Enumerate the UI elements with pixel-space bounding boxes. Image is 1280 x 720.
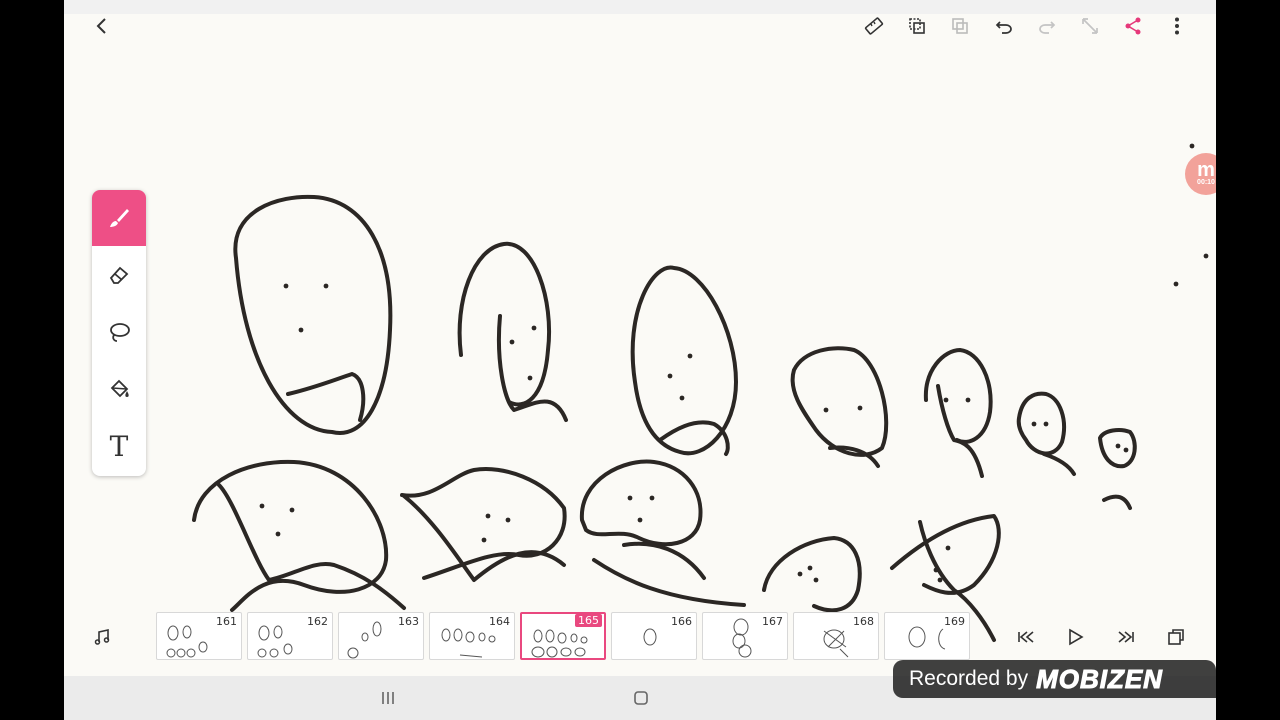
layers-button[interactable] bbox=[1162, 623, 1190, 651]
ruler-icon bbox=[864, 17, 884, 35]
copy-frame-icon bbox=[909, 18, 925, 34]
text-tool-icon: T bbox=[109, 429, 129, 463]
home-icon bbox=[634, 691, 648, 705]
more-options-button[interactable] bbox=[1163, 12, 1191, 40]
skip-back-icon bbox=[1018, 631, 1034, 643]
sketch-face-11 bbox=[762, 536, 862, 613]
frame-thumb-169[interactable]: 169 bbox=[884, 612, 970, 660]
brush-icon bbox=[110, 209, 129, 227]
copy-frame-button[interactable] bbox=[903, 12, 931, 40]
sketch-face-6 bbox=[1016, 391, 1066, 456]
first-frame-button[interactable] bbox=[1012, 623, 1040, 651]
ruler-button[interactable] bbox=[860, 12, 888, 40]
frame-thumb-161[interactable]: 161 bbox=[156, 612, 242, 660]
sketch-face-10 bbox=[579, 459, 703, 547]
text-tool-button[interactable]: T bbox=[92, 418, 146, 474]
redo-button[interactable] bbox=[1033, 12, 1061, 40]
redo-icon bbox=[1039, 21, 1056, 34]
more-icon bbox=[1175, 17, 1179, 35]
skip-forward-icon bbox=[1118, 631, 1134, 643]
recording-watermark: Recorded by MOBIZEN bbox=[893, 660, 1216, 698]
frame-thumb-167[interactable]: 167 bbox=[702, 612, 788, 660]
paint-bucket-icon bbox=[110, 379, 129, 398]
sound-button[interactable] bbox=[88, 623, 116, 651]
frame-thumb-168[interactable]: 168 bbox=[793, 612, 879, 660]
frame-thumb-164[interactable]: 164 bbox=[429, 612, 515, 660]
sketch-face-5 bbox=[923, 348, 993, 444]
frame-thumb-165[interactable]: 165 bbox=[520, 612, 606, 660]
sketch-face-1 bbox=[233, 194, 393, 435]
eraser-tool-button[interactable] bbox=[92, 247, 146, 303]
frame-preview bbox=[643, 628, 657, 646]
home-button[interactable] bbox=[627, 684, 655, 712]
lasso-tool-button[interactable] bbox=[92, 304, 146, 360]
recorded-by-label: Recorded by bbox=[909, 667, 1029, 690]
frame-timeline: 161 162 163 164 165 166 167 168 169 bbox=[64, 608, 1216, 666]
brush-tool-button[interactable] bbox=[92, 190, 146, 246]
undo-button[interactable] bbox=[990, 12, 1018, 40]
music-note-icon bbox=[94, 629, 110, 645]
expand-icon bbox=[1082, 18, 1098, 34]
layers-icon bbox=[1168, 629, 1184, 645]
frame-thumb-163[interactable]: 163 bbox=[338, 612, 424, 660]
lasso-icon bbox=[110, 323, 130, 342]
frame-preview bbox=[823, 629, 849, 658]
expand-button[interactable] bbox=[1076, 12, 1104, 40]
undo-icon bbox=[995, 21, 1012, 34]
paste-frame-button[interactable] bbox=[946, 12, 974, 40]
frame-thumb-166[interactable]: 166 bbox=[611, 612, 697, 660]
chevron-left-icon bbox=[96, 18, 106, 34]
eraser-icon bbox=[109, 266, 129, 284]
sketch-face-4 bbox=[790, 346, 889, 457]
frame-preview bbox=[257, 625, 293, 658]
back-button[interactable] bbox=[88, 12, 116, 40]
frame-thumb-162[interactable]: 162 bbox=[247, 612, 333, 660]
frame-preview bbox=[441, 628, 496, 658]
share-button[interactable] bbox=[1119, 12, 1147, 40]
paste-frame-icon bbox=[952, 18, 968, 34]
play-button[interactable] bbox=[1061, 623, 1089, 651]
bubble-letter: m bbox=[1197, 159, 1215, 181]
recents-icon bbox=[382, 692, 394, 704]
frame-preview bbox=[347, 621, 382, 659]
app-screen: T m 00:10 161 162 163 164 165 166 167 16… bbox=[64, 0, 1216, 720]
frame-preview bbox=[732, 618, 752, 658]
recent-apps-button[interactable] bbox=[374, 684, 402, 712]
sketch-face-9 bbox=[400, 467, 567, 580]
last-frame-button[interactable] bbox=[1112, 623, 1140, 651]
tool-panel: T bbox=[92, 190, 146, 476]
frame-preview bbox=[531, 629, 588, 658]
play-icon bbox=[1069, 628, 1084, 646]
mobizen-logo: MOBIZEN bbox=[1036, 663, 1163, 694]
bubble-timer: 00:10 bbox=[1197, 179, 1215, 186]
frame-preview bbox=[166, 625, 208, 658]
sketch-face-8 bbox=[192, 459, 389, 612]
frame-preview bbox=[908, 626, 946, 650]
fill-tool-button[interactable] bbox=[92, 361, 146, 417]
share-icon bbox=[1125, 17, 1141, 35]
